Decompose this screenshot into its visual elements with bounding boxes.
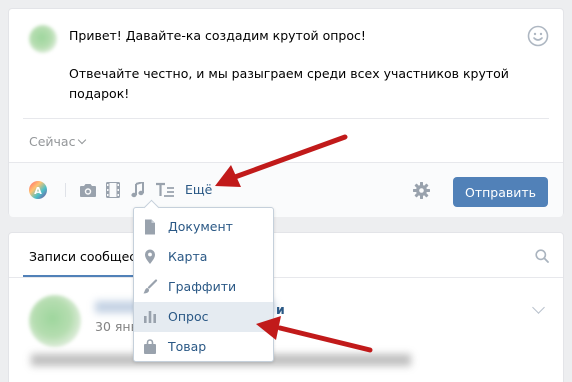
post-body: Отвечайте честно, и мы разыграем среди в… bbox=[69, 66, 509, 101]
music-icon[interactable] bbox=[131, 182, 145, 198]
dropdown-item-label: Опрос bbox=[168, 309, 209, 324]
search-icon[interactable] bbox=[535, 249, 549, 263]
dropdown-item-poll[interactable]: Опрос bbox=[134, 302, 273, 332]
composer-divider bbox=[23, 118, 549, 119]
poll-icon bbox=[144, 311, 156, 323]
publish-time-label: Сейчас bbox=[29, 134, 76, 149]
svg-text:A: A bbox=[34, 186, 42, 197]
post-author-tail[interactable]: и bbox=[276, 302, 285, 317]
dropdown-item-label: Товар bbox=[168, 339, 207, 354]
toolbar-separator bbox=[65, 183, 66, 197]
dropdown-item-product[interactable]: Товар bbox=[134, 332, 273, 362]
user-avatar bbox=[29, 25, 57, 53]
video-icon[interactable] bbox=[106, 182, 120, 198]
chevron-down-icon bbox=[78, 135, 87, 145]
article-icon[interactable] bbox=[155, 182, 175, 198]
camera-icon[interactable] bbox=[79, 183, 97, 198]
composer-toolbar: A Ещё Отправить bbox=[9, 162, 563, 217]
post-menu-chevron-icon[interactable] bbox=[532, 301, 545, 314]
dropdown-item-label: Граффити bbox=[168, 279, 237, 294]
document-icon bbox=[145, 219, 155, 235]
community-feed: Записи сообщест и 30 янв bbox=[8, 232, 564, 382]
map-pin-icon bbox=[145, 249, 155, 264]
dropdown-item-label: Карта bbox=[168, 249, 208, 264]
bag-icon bbox=[144, 339, 156, 354]
post-date[interactable]: 30 янв bbox=[95, 319, 138, 334]
send-button[interactable]: Отправить bbox=[453, 177, 548, 207]
more-attachments-button[interactable]: Ещё bbox=[185, 182, 212, 197]
dropdown-item-document[interactable]: Документ bbox=[134, 212, 273, 242]
tab-community-posts[interactable]: Записи сообщест bbox=[29, 249, 143, 264]
palette-icon[interactable]: A bbox=[29, 181, 47, 199]
post-text-area[interactable]: Привет! Давайте-ка создадим крутой опрос… bbox=[69, 26, 509, 104]
post-composer: Привет! Давайте-ка создадим крутой опрос… bbox=[8, 8, 564, 217]
dropdown-item-label: Документ bbox=[168, 219, 233, 234]
community-avatar[interactable] bbox=[29, 295, 81, 347]
attachments-dropdown: Документ Карта Граффити Опрос Товар bbox=[133, 207, 274, 362]
gear-icon[interactable] bbox=[413, 182, 430, 199]
brush-icon bbox=[143, 279, 158, 294]
dropdown-item-graffiti[interactable]: Граффити bbox=[134, 272, 273, 302]
emoji-icon[interactable] bbox=[527, 25, 549, 47]
post-greeting: Привет! Давайте-ка создадим крутой опрос… bbox=[69, 28, 366, 43]
dropdown-item-map[interactable]: Карта bbox=[134, 242, 273, 272]
publish-time-select[interactable]: Сейчас bbox=[29, 134, 87, 149]
feed-divider bbox=[9, 277, 563, 278]
